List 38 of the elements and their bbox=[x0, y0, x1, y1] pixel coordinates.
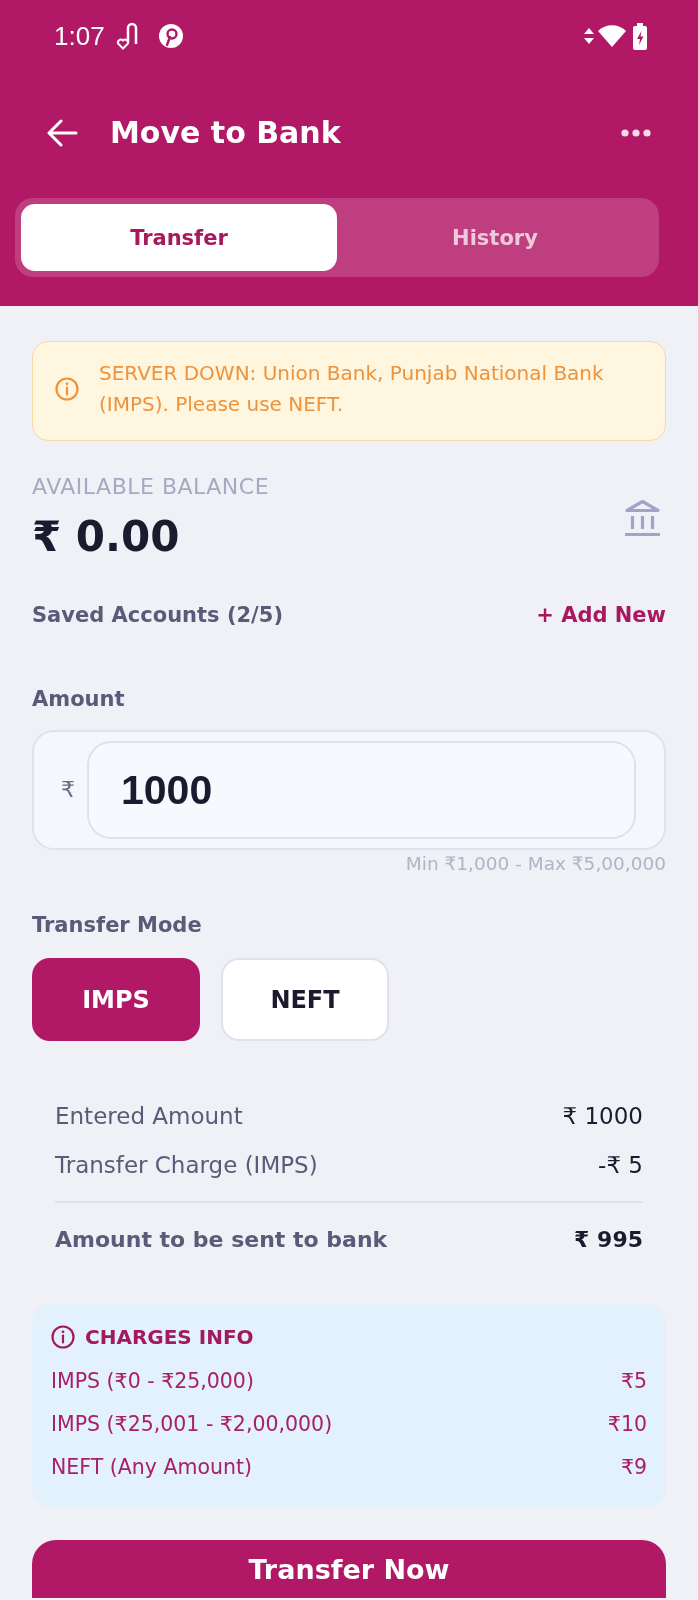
charge-label: IMPS (₹0 - ₹25,000) bbox=[51, 1368, 254, 1395]
summary-label: Transfer Charge (IMPS) bbox=[55, 1151, 318, 1180]
summary-value: -₹ 5 bbox=[598, 1151, 643, 1180]
summary-label: Amount to be sent to bank bbox=[55, 1226, 388, 1254]
info-icon bbox=[55, 377, 79, 401]
charge-label: IMPS (₹25,001 - ₹2,00,000) bbox=[51, 1411, 333, 1438]
charges-title: CHARGES INFO bbox=[85, 1324, 254, 1351]
amount-limit-hint: Min ₹1,000 - Max ₹5,00,000 bbox=[404, 853, 666, 875]
mode-button[interactable]: NEFT bbox=[221, 958, 389, 1041]
transfer-now-button[interactable]: Transfer Now bbox=[32, 1540, 666, 1598]
round-logo-icon bbox=[158, 24, 183, 48]
wifi-icon bbox=[598, 25, 626, 47]
summary-value: ₹ 995 bbox=[574, 1226, 643, 1254]
status-time: 1:07 bbox=[54, 21, 105, 51]
amount-label: Amount bbox=[32, 686, 126, 713]
charge-label: NEFT (Any Amount) bbox=[51, 1454, 252, 1481]
charge-value: ₹5 bbox=[620, 1368, 647, 1395]
charge-value: ₹9 bbox=[620, 1454, 647, 1481]
add-new-link[interactable]: + Add New bbox=[536, 600, 666, 630]
mode-button[interactable]: IMPS bbox=[32, 958, 200, 1041]
transfer-mode-label: Transfer Mode bbox=[32, 912, 203, 939]
saved-accounts-label: Saved Accounts (2/5) bbox=[32, 602, 283, 629]
balance-amount: ₹ 0.00 bbox=[32, 512, 181, 562]
page-title: Move to Bank bbox=[110, 114, 341, 152]
tab[interactable]: History bbox=[337, 204, 653, 271]
alert-text: SERVER DOWN: Union Bank, Punjab National Bank (IMPS). Please use NEFT. bbox=[99, 360, 605, 418]
amount-input[interactable]: 1000 bbox=[87, 741, 636, 839]
tab[interactable]: Transfer bbox=[21, 204, 337, 271]
back-icon[interactable] bbox=[47, 119, 78, 147]
data-arrows-icon bbox=[584, 28, 594, 44]
charge-value: ₹10 bbox=[607, 1411, 647, 1438]
balance-label: AVAILABLE BALANCE bbox=[32, 473, 271, 501]
battery-icon bbox=[632, 22, 648, 50]
summary-label: Entered Amount bbox=[55, 1102, 243, 1131]
info-icon bbox=[51, 1325, 75, 1349]
currency-symbol: ₹ bbox=[61, 776, 76, 804]
summary-value: ₹ 1000 bbox=[562, 1102, 643, 1131]
more-icon[interactable] bbox=[621, 129, 651, 137]
